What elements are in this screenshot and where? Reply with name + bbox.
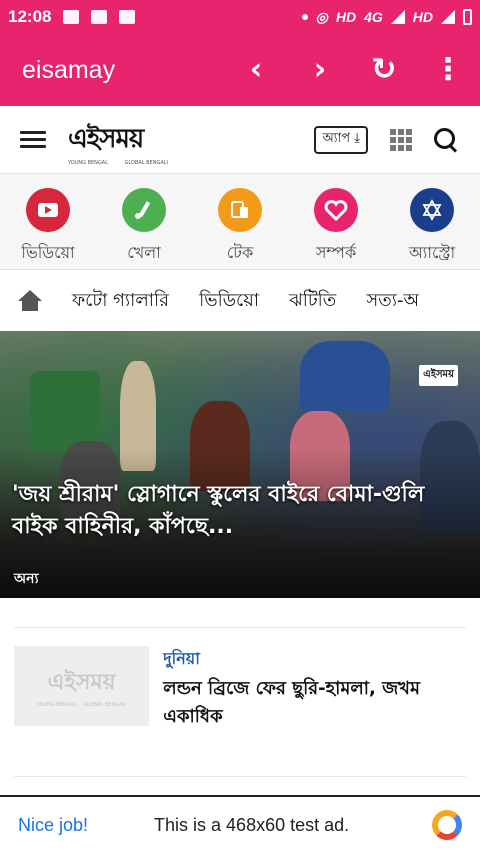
adchoices-icon[interactable] [432, 810, 462, 840]
nav-item-fact-check[interactable]: সত্য-অ [366, 286, 419, 317]
hamburger-menu-icon[interactable] [20, 127, 46, 152]
dot-icon [301, 14, 308, 20]
hero-headline[interactable]: 'জয় শ্রীরাম' স্লোগানে স্কুলের বাইরে বোম… [12, 479, 468, 543]
apps-grid-icon[interactable] [390, 128, 412, 151]
play-icon [26, 188, 70, 232]
article-title[interactable]: লন্ডন ব্রিজে ফের ছুরি-হামলা, জখম একাধিক [163, 675, 466, 731]
back-button[interactable]: ‹ [224, 55, 288, 85]
ad-message: This is a 468x60 test ad. [154, 814, 350, 835]
section-nav: ফটো গ্যালারি ভিডিয়ো ঝটিতি সত্য-অ [0, 271, 480, 331]
browser-toolbar: eisamay ‹ › ↻ ⋮ [0, 34, 480, 106]
nav-item-photo-gallery[interactable]: ফটো গ্যালারি [72, 286, 169, 317]
thumb-logo-text: এইসময় [47, 669, 116, 695]
ad-banner[interactable]: Nice job! This is a 468x60 test ad. [0, 795, 480, 853]
divider [14, 776, 466, 777]
nav-item-video[interactable]: ভিডিয়ো [199, 286, 259, 317]
search-icon[interactable] [434, 127, 458, 152]
article-category[interactable]: দুনিয়া [163, 646, 466, 673]
divider [14, 627, 466, 628]
heart-icon [314, 188, 358, 232]
more-menu-button[interactable]: ⋮ [416, 55, 480, 85]
network-label-2: HD [412, 9, 433, 25]
shield-notification-icon [119, 10, 136, 24]
site-header: এইসময় YOUNG BENGAL GLOBAL BENGALI অ্যাপ … [0, 106, 480, 174]
category-astro[interactable]: অ্যাস্ট্রো [389, 188, 475, 267]
site-logo[interactable]: এইসময় YOUNG BENGAL GLOBAL BENGALI [68, 118, 168, 166]
thumb-sub-left: YOUNG BENGAL [36, 701, 77, 708]
forward-button[interactable]: › [288, 55, 352, 85]
ad-nice-text: Nice job! [18, 814, 89, 835]
logo-sub-right: GLOBAL BENGALI [124, 159, 168, 166]
hero-watermark: এইসময় [419, 365, 458, 386]
app-download-button[interactable]: অ্যাপ ⤓ [314, 125, 368, 154]
article-thumbnail[interactable]: এইসময় YOUNG BENGAL GLOBAL BENGALI [14, 646, 150, 726]
clock: 12:08 [8, 7, 52, 26]
signal-icon [390, 10, 405, 24]
reload-button[interactable]: ↻ [352, 55, 416, 85]
hotspot-icon: ◎ [315, 8, 328, 25]
star-icon [410, 188, 454, 232]
category-label: টেক [226, 243, 254, 262]
network-type: 4G [364, 9, 383, 25]
category-label: সম্পর্ক [315, 243, 357, 262]
home-icon[interactable] [18, 290, 42, 312]
hero-category-tag[interactable]: অন্য [14, 567, 39, 591]
category-label: খেলা [127, 243, 161, 262]
category-shortcuts: ভিডিয়ো খেলা টেক সম্পর্ক অ্যাস্ট্রো [0, 174, 480, 270]
category-video[interactable]: ভিডিয়ো [5, 188, 91, 267]
category-label: অ্যাস্ট্রো [408, 243, 456, 262]
hero-story[interactable]: এইসময় 'জয় শ্রীরাম' স্লোগানে স্কুলের বা… [0, 331, 480, 598]
category-tech[interactable]: টেক [197, 188, 283, 267]
network-label: HD [335, 9, 357, 25]
status-bar: 12:08 ◎ HD 4G HD [0, 0, 480, 34]
category-label: ভিডিয়ো [21, 243, 75, 262]
thumb-sub-right: GLOBAL BENGALI [83, 701, 127, 708]
category-sports[interactable]: খেলা [101, 188, 187, 267]
battery-icon [463, 9, 472, 25]
signal-icon-2 [441, 10, 455, 24]
image-notification-icon [63, 10, 80, 24]
devices-icon [218, 188, 262, 232]
article-row[interactable]: এইসময় YOUNG BENGAL GLOBAL BENGALI দুনিয়… [14, 646, 466, 727]
page-title: eisamay [22, 55, 116, 84]
android-notification-icon [91, 10, 108, 24]
category-relationship[interactable]: সম্পর্ক [293, 188, 379, 267]
cricket-icon [122, 188, 166, 232]
nav-item-quick[interactable]: ঝটিতি [289, 286, 336, 317]
logo-text: এইসময় [68, 123, 144, 154]
logo-sub-left: YOUNG BENGAL [68, 159, 108, 166]
